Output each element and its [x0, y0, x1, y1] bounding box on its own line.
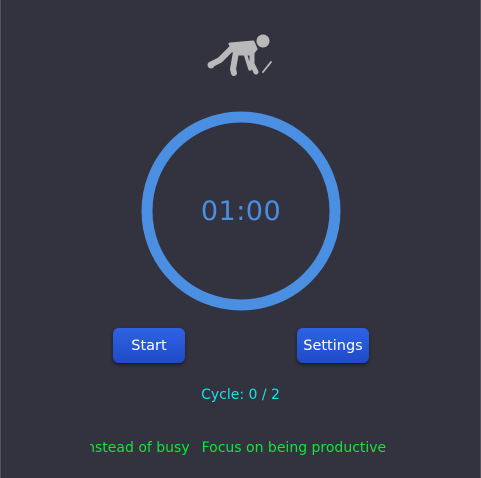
- runner-start-icon: [207, 34, 272, 76]
- settings-button[interactable]: Settings: [297, 328, 369, 363]
- motivation-ticker: Instead of busy Focus on being productive: [90, 437, 392, 459]
- window-border-left: [0, 0, 1, 478]
- ticker-message: Instead of busy: [90, 440, 190, 456]
- app-window: 01:00 Start Settings Cycle: 0 / 2 Instea…: [0, 0, 481, 478]
- ticker-message: Focus on being productive: [201, 440, 387, 456]
- cycle-counter: Cycle: 0 / 2: [201, 387, 280, 403]
- start-button[interactable]: Start: [113, 328, 185, 363]
- timer-display: 01:00: [200, 195, 282, 227]
